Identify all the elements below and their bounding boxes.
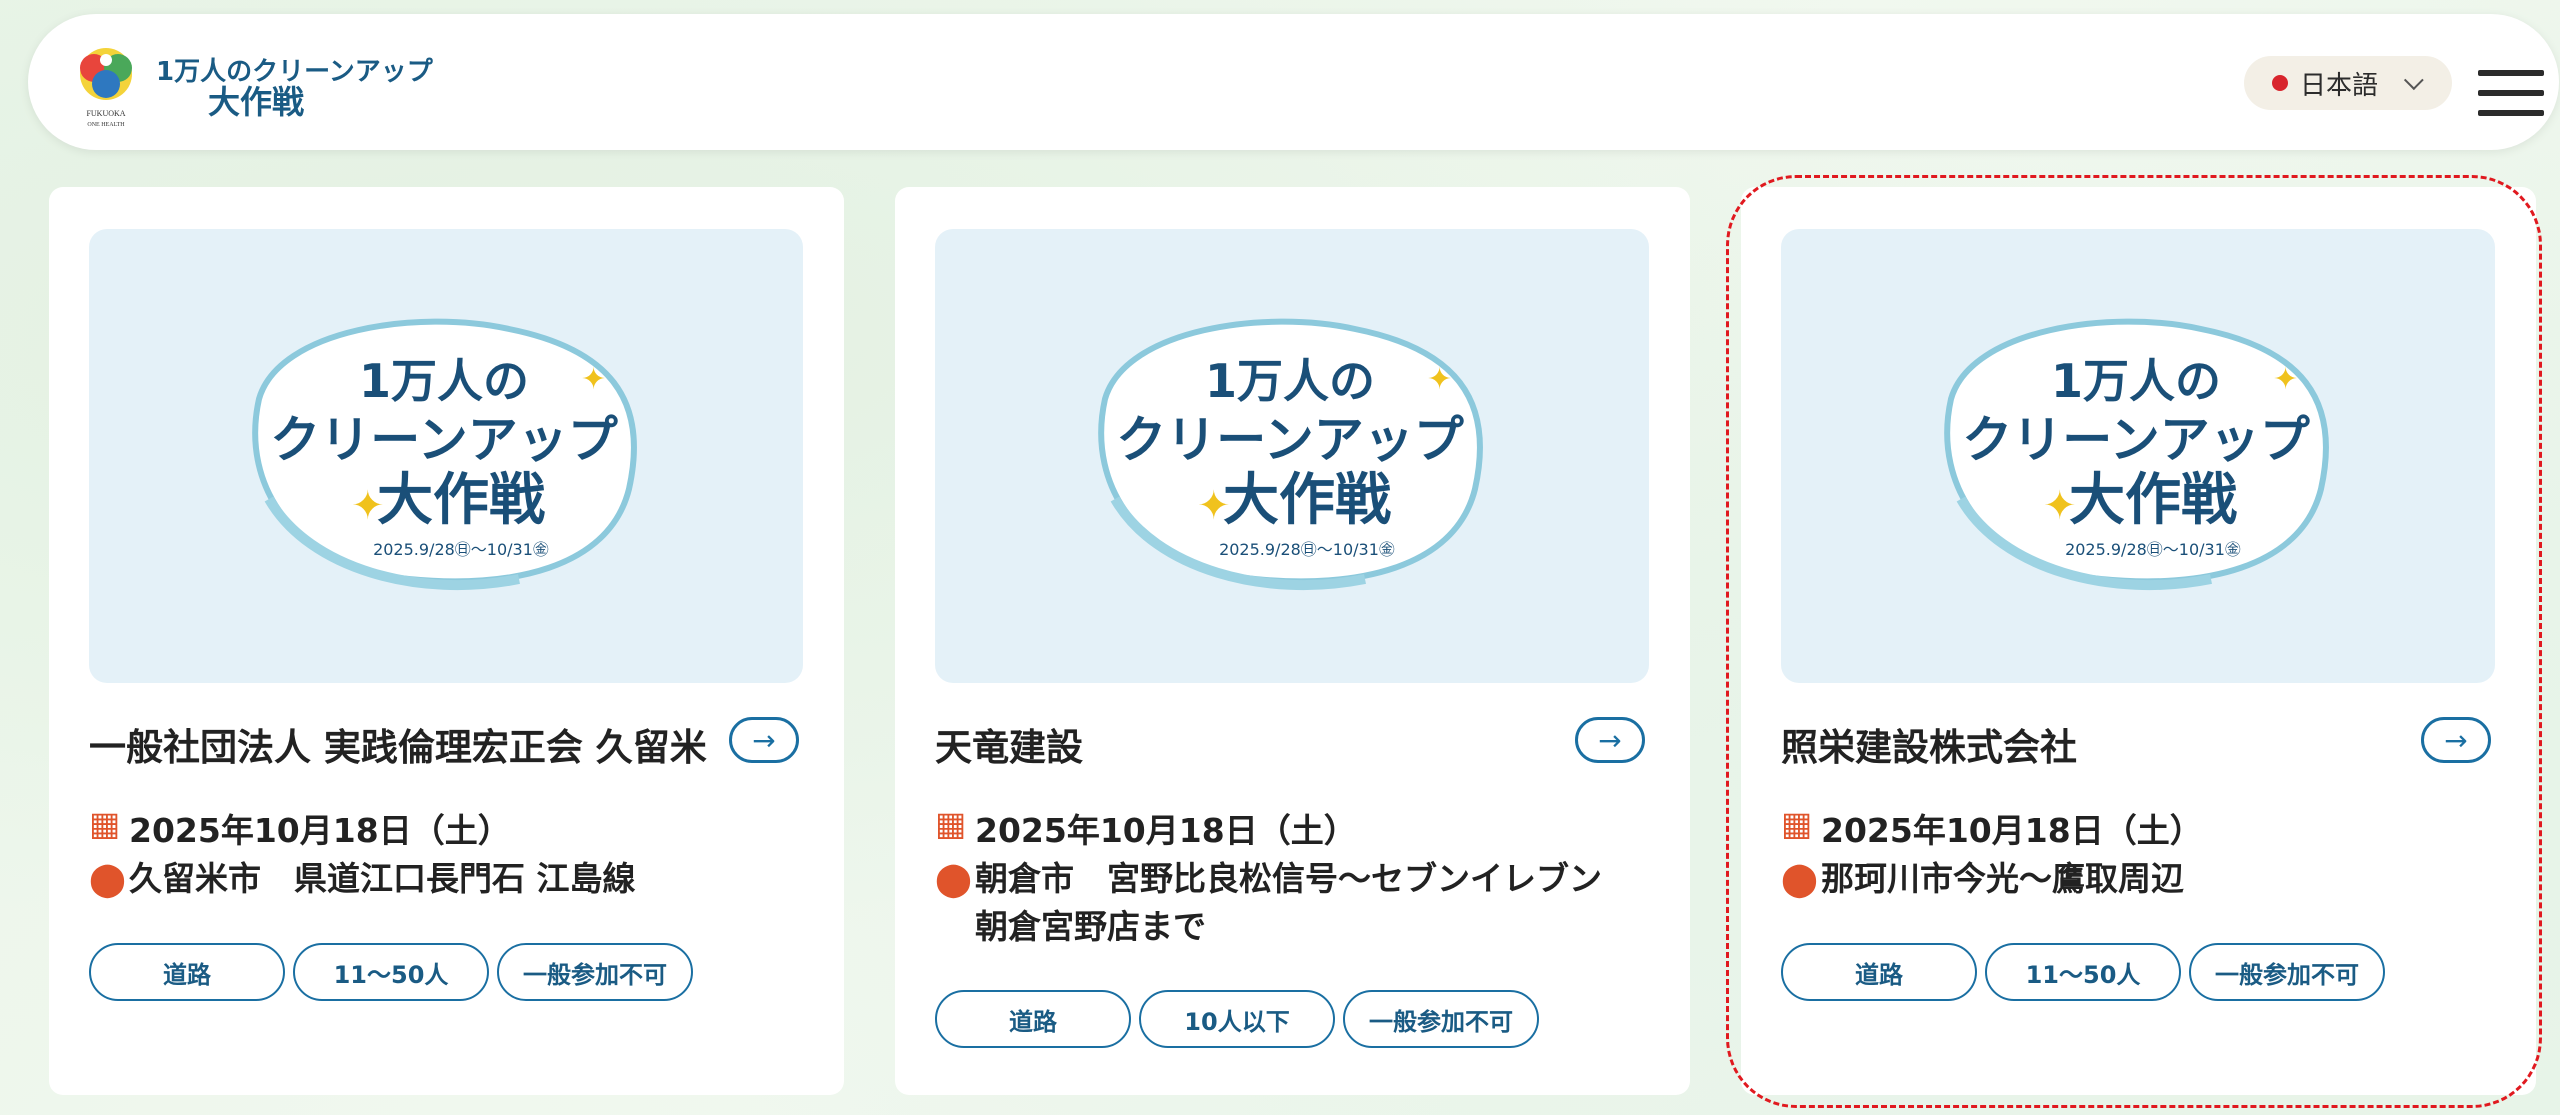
svg-text:✦: ✦ <box>2273 362 2298 397</box>
svg-text:大作戦: 大作戦 <box>1223 468 1391 533</box>
tag-badge[interactable]: 道路 <box>935 990 1131 1048</box>
arrow-right-icon[interactable]: → <box>2421 717 2491 763</box>
svg-text:クリーンアップ: クリーンアップ <box>1962 411 2310 469</box>
event-date: ▦ 2025年10月18日（土） <box>1781 804 2203 852</box>
event-location: ⬤久留米市 県道江口長門石 江島線 <box>89 855 789 903</box>
svg-text:✦: ✦ <box>1197 483 1231 529</box>
svg-text:大作戦: 大作戦 <box>377 468 545 533</box>
event-card[interactable]: 1万人の クリーンアップ 大作戦 2025.9/28㊐〜10/31㊎ ✦ ✦ 一… <box>49 187 844 1095</box>
tag-badge[interactable]: 道路 <box>89 943 285 1001</box>
location-pin-icon: ⬤ <box>89 859 126 898</box>
event-tags: 道路 10人以下 一般参加不可 <box>935 990 1539 1048</box>
hamburger-menu-icon[interactable] <box>2478 70 2544 116</box>
logo-text: 1万人のクリーンアップ 大作戦 <box>156 56 433 121</box>
event-thumbnail: 1万人の クリーンアップ 大作戦 2025.9/28㊐〜10/31㊎ ✦ ✦ <box>935 229 1649 683</box>
event-date-text: 2025年10月18日（土） <box>1821 811 2203 850</box>
logo-mark-icon: FUKUOKA ONE HEALTH <box>72 44 140 134</box>
event-date: ▦ 2025年10月18日（土） <box>89 804 511 852</box>
calendar-icon: ▦ <box>89 804 121 843</box>
event-date-text: 2025年10月18日（土） <box>129 811 511 850</box>
svg-text:1万人の: 1万人の <box>359 354 529 408</box>
event-thumbnail: 1万人の クリーンアップ 大作戦 2025.9/28㊐〜10/31㊎ ✦ ✦ <box>89 229 803 683</box>
event-tags: 道路 11〜50人 一般参加不可 <box>89 943 693 1001</box>
calendar-icon: ▦ <box>935 804 967 843</box>
svg-text:✦: ✦ <box>581 362 606 397</box>
event-title[interactable]: 天竜建設 <box>935 717 1083 771</box>
event-card[interactable]: 1万人の クリーンアップ 大作戦 2025.9/28㊐〜10/31㊎ ✦ ✦ 天… <box>895 187 1690 1095</box>
svg-text:2025.9/28㊐〜10/31㊎: 2025.9/28㊐〜10/31㊎ <box>373 540 549 559</box>
svg-text:✦: ✦ <box>2043 483 2077 529</box>
event-location: ⬤朝倉市 宮野比良松信号〜セブンイレブン朝倉宮野店まで <box>935 855 1635 951</box>
event-location: ⬤那珂川市今光〜鷹取周辺 <box>1781 855 2481 903</box>
arrow-right-icon[interactable]: → <box>729 717 799 763</box>
location-pin-icon: ⬤ <box>935 859 972 898</box>
svg-text:1万人の: 1万人の <box>1205 354 1375 408</box>
japan-flag-dot-icon <box>2272 75 2288 91</box>
site-logo[interactable]: FUKUOKA ONE HEALTH 1万人のクリーンアップ 大作戦 <box>72 44 433 134</box>
event-card[interactable]: 1万人の クリーンアップ 大作戦 2025.9/28㊐〜10/31㊎ ✦ ✦ 照… <box>1741 187 2536 1095</box>
svg-text:2025.9/28㊐〜10/31㊎: 2025.9/28㊐〜10/31㊎ <box>2065 540 2241 559</box>
language-label: 日本語 <box>2300 70 2379 101</box>
svg-text:ONE HEALTH: ONE HEALTH <box>87 122 125 128</box>
event-date-text: 2025年10月18日（土） <box>975 811 1357 850</box>
event-tags: 道路 11〜50人 一般参加不可 <box>1781 943 2385 1001</box>
svg-text:2025.9/28㊐〜10/31㊎: 2025.9/28㊐〜10/31㊎ <box>1219 540 1395 559</box>
svg-text:クリーンアップ: クリーンアップ <box>1116 411 1464 469</box>
calendar-icon: ▦ <box>1781 804 1813 843</box>
tag-badge[interactable]: 一般参加不可 <box>2189 943 2385 1001</box>
svg-text:FUKUOKA: FUKUOKA <box>86 109 125 118</box>
event-title[interactable]: 一般社団法人 実践倫理宏正会 久留米 <box>89 717 707 771</box>
svg-text:クリーンアップ: クリーンアップ <box>270 411 618 469</box>
event-location-text: 朝倉市 宮野比良松信号〜セブンイレブン朝倉宮野店まで <box>975 859 1602 946</box>
arrow-right-icon[interactable]: → <box>1575 717 1645 763</box>
tag-badge[interactable]: 11〜50人 <box>1985 943 2181 1001</box>
tag-badge[interactable]: 11〜50人 <box>293 943 489 1001</box>
tag-badge[interactable]: 道路 <box>1781 943 1977 1001</box>
tag-badge[interactable]: 一般参加不可 <box>497 943 693 1001</box>
event-location-text: 那珂川市今光〜鷹取周辺 <box>1821 859 2184 898</box>
site-header: FUKUOKA ONE HEALTH 1万人のクリーンアップ 大作戦 日本語 <box>28 14 2559 150</box>
svg-text:✦: ✦ <box>351 483 385 529</box>
chevron-down-icon <box>2403 70 2424 91</box>
tag-badge[interactable]: 10人以下 <box>1139 990 1335 1048</box>
location-pin-icon: ⬤ <box>1781 859 1818 898</box>
tag-badge[interactable]: 一般参加不可 <box>1343 990 1539 1048</box>
svg-text:1万人の: 1万人の <box>2051 354 2221 408</box>
svg-text:✦: ✦ <box>1427 362 1452 397</box>
logo-line2: 大作戦 <box>208 82 305 121</box>
language-selector[interactable]: 日本語 <box>2244 56 2452 110</box>
event-thumbnail: 1万人の クリーンアップ 大作戦 2025.9/28㊐〜10/31㊎ ✦ ✦ <box>1781 229 2495 683</box>
svg-text:大作戦: 大作戦 <box>2069 468 2237 533</box>
event-location-text: 久留米市 県道江口長門石 江島線 <box>129 859 636 898</box>
event-date: ▦ 2025年10月18日（土） <box>935 804 1357 852</box>
logo-line1: 1万人のクリーンアップ <box>156 56 433 87</box>
event-title[interactable]: 照栄建設株式会社 <box>1781 717 2077 771</box>
